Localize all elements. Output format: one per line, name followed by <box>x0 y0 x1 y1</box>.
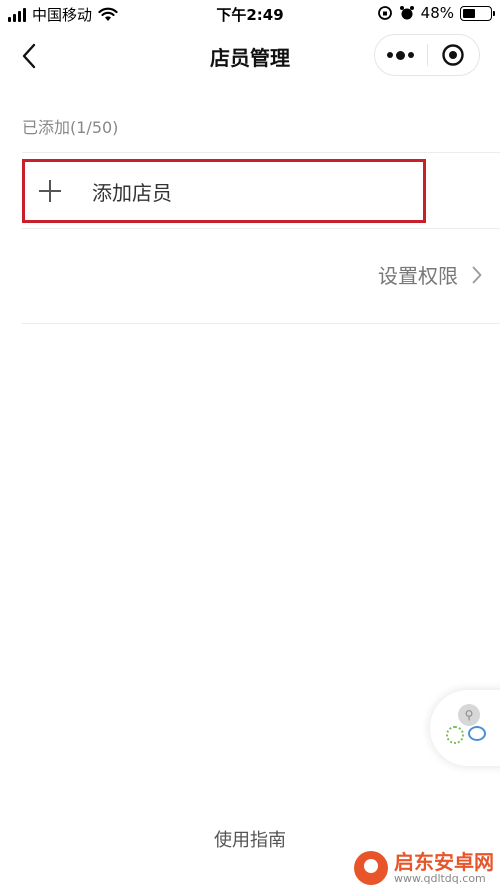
site-watermark: 启东安卓网 www.qdltdq.com <box>354 851 494 885</box>
target-icon <box>442 44 464 66</box>
battery-fill <box>463 8 476 18</box>
watermark-logo-icon <box>354 850 388 885</box>
status-right: 48% <box>377 4 495 22</box>
plus-icon <box>39 180 61 202</box>
battery-icon <box>460 5 495 21</box>
set-permissions-label: 设置权限 <box>378 264 458 288</box>
added-count-label: 已添加(1/50) <box>22 118 119 137</box>
chevron-right-icon <box>472 266 482 283</box>
divider <box>22 152 500 153</box>
battery-percent: 48% <box>420 4 454 22</box>
chat-icon <box>468 726 486 741</box>
add-staff-button[interactable]: 添加店员 <box>22 159 426 223</box>
more-icon <box>387 50 415 60</box>
divider <box>22 323 500 324</box>
set-permissions-row[interactable]: 设置权限 <box>378 260 482 289</box>
more-button[interactable] <box>375 35 427 75</box>
watermark-title: 启东安卓网 <box>394 849 494 874</box>
watermark-text: 启东安卓网 www.qdltdq.com <box>394 851 494 885</box>
watermark-url: www.qdltdq.com <box>394 871 486 885</box>
moments-icon <box>446 726 464 744</box>
divider <box>22 228 500 229</box>
mini-program-capsule <box>374 34 480 76</box>
status-bar: 中国移动 下午2:49 48% <box>0 0 500 28</box>
rotation-lock-icon <box>377 6 392 20</box>
close-mini-program-button[interactable] <box>428 35 480 75</box>
floating-share-widget[interactable]: ⚲ <box>430 690 500 766</box>
alarm-icon <box>399 6 414 20</box>
user-guide-link[interactable]: 使用指南 <box>0 826 500 852</box>
add-staff-label: 添加店员 <box>92 180 172 205</box>
nav-bar: 店员管理 <box>0 28 500 84</box>
link-icon: ⚲ <box>458 704 480 726</box>
